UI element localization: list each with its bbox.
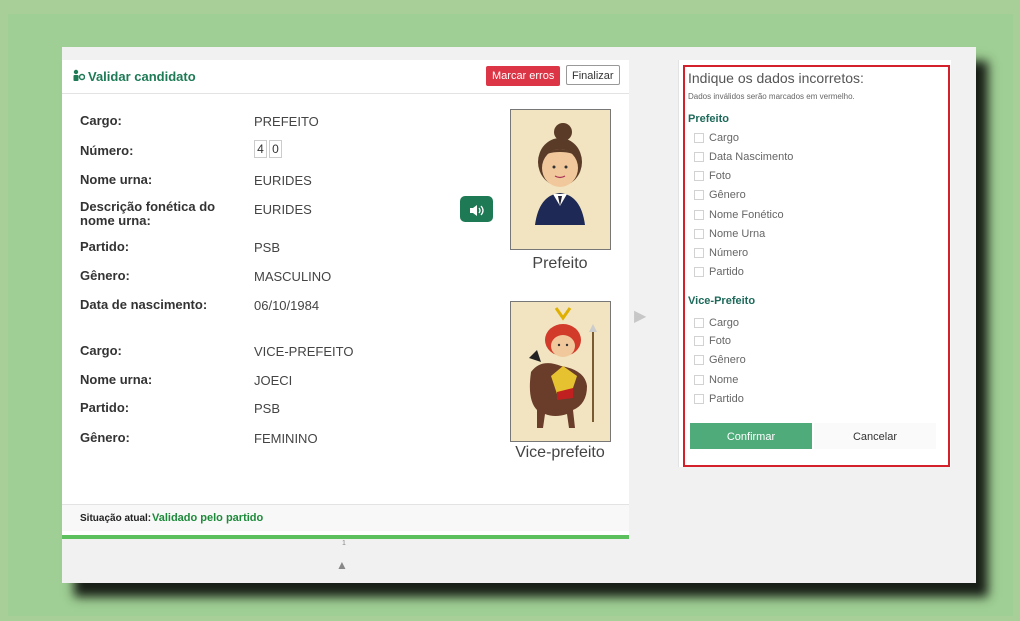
cancel-button[interactable]: Cancelar [814,423,936,449]
prefeito-photo [510,109,611,250]
numero-digit: 0 [269,140,282,158]
speaker-icon [469,204,484,216]
checkbox-label: Data Nascimento [709,151,794,163]
checkbox-label: Partido [709,393,744,405]
checkbox-prefeito-foto[interactable]: Foto [694,169,731,183]
panel-title: Indique os dados incorretos: [688,70,864,86]
checkbox-vice-cargo[interactable]: Cargo [694,316,739,330]
checkbox-label: Gênero [709,189,746,201]
checkbox-label: Nome Urna [709,228,766,240]
prefeito-group-title: Prefeito [688,113,729,125]
checkbox-label: Número [709,247,749,259]
scroll-up-icon[interactable]: ▲ [336,558,348,572]
checkbox-label: Nome [709,374,739,386]
checkbox[interactable] [694,190,704,201]
checkbox-label: Cargo [709,132,739,144]
prefeito-photo-caption: Prefeito [532,255,588,272]
checkbox-vice-genero[interactable]: Gênero [694,353,746,367]
checkbox[interactable] [694,267,704,278]
panel-subtitle: Dados inválidos serão marcados em vermel… [688,92,855,101]
vice-partido-label: Partido: [80,400,130,415]
checkbox-vice-foto[interactable]: Foto [694,334,731,348]
checkbox-prefeito-numero[interactable]: Número [694,246,748,260]
checkbox-label: Foto [709,170,732,182]
checkbox[interactable] [694,248,704,259]
next-arrow-icon[interactable]: ▶ [634,306,646,326]
checkbox[interactable] [694,375,704,386]
vice-photo-caption: Vice-prefeito [515,444,605,461]
fonetica-label: Descrição fonética do nome urna: [80,199,216,228]
checkbox[interactable] [694,133,704,144]
vice-nome-urna-label: Nome urna: [80,372,153,387]
status-footer: Situação atual: Validado pelo partido [62,504,629,531]
checkbox-label: Nome Fonético [709,209,784,221]
genero-label: Gênero: [80,268,130,283]
vice-cargo-value: VICE-PREFEITO [254,344,354,359]
play-audio-button[interactable] [460,196,493,222]
checkbox-prefeito-genero[interactable]: Gênero [694,188,746,202]
checkbox-vice-nome[interactable]: Nome [694,373,738,387]
checkbox[interactable] [694,394,704,405]
candidate-icon [72,69,86,84]
checkbox-label: Partido [709,266,744,278]
vice-genero-label: Gênero: [80,430,130,445]
checkbox-label: Cargo [709,317,739,329]
nome-urna-value: EURIDES [254,173,312,188]
cargo-value: PREFEITO [254,114,319,129]
fonetica-value: EURIDES [254,202,312,217]
nome-urna-label: Nome urna: [80,172,153,187]
card-title: Validar candidato [72,69,196,84]
checkbox-label: Foto [709,335,732,347]
checkbox[interactable] [694,171,704,182]
checkbox[interactable] [694,229,704,240]
numero-digit: 4 [254,140,267,158]
vice-partido-value: PSB [254,401,281,416]
nascimento-label: Data de nascimento: [80,297,208,312]
card-title-text: Validar candidato [88,69,196,84]
checkbox[interactable] [694,355,704,366]
checkbox-prefeito-cargo[interactable]: Cargo [694,131,739,145]
candidate-card: Validar candidato Marcar erros Finalizar… [62,60,629,535]
page-number: 1 [342,540,346,547]
checkbox-label: Gênero [709,354,746,366]
vice-cargo-label: Cargo: [80,343,122,358]
vice-photo [510,301,611,442]
checkbox[interactable] [694,210,704,221]
checkbox-vice-partido[interactable]: Partido [694,392,744,406]
vice-nome-urna-value: JOECI [254,373,293,388]
genero-value: MASCULINO [254,269,332,284]
confirm-button[interactable]: Confirmar [690,423,812,449]
progress-bar [62,535,629,539]
numero-value: 40 [254,140,284,158]
nascimento-value: 06/10/1984 [254,298,320,313]
vice-group-title: Vice-Prefeito [688,295,756,307]
finish-button[interactable]: Finalizar [566,65,620,85]
status-label: Situação atual: [80,513,152,524]
vice-genero-value: FEMININO [254,431,318,446]
partido-value: PSB [254,240,281,255]
checkbox[interactable] [694,336,704,347]
checkbox[interactable] [694,152,704,163]
mark-errors-button[interactable]: Marcar erros [486,66,561,86]
checkbox-prefeito-nome-urna[interactable]: Nome Urna [694,227,765,241]
checkbox[interactable] [694,318,704,329]
partido-label: Partido: [80,239,130,254]
checkbox-prefeito-partido[interactable]: Partido [694,265,744,279]
numero-label: Número: [80,143,134,158]
checkbox-prefeito-nome-fonetico[interactable]: Nome Fonético [694,208,784,222]
card-header: Validar candidato Marcar erros Finalizar [62,60,629,94]
cargo-label: Cargo: [80,113,122,128]
status-value: Validado pelo partido [152,512,264,524]
checkbox-prefeito-data-nascimento[interactable]: Data Nascimento [694,150,793,164]
